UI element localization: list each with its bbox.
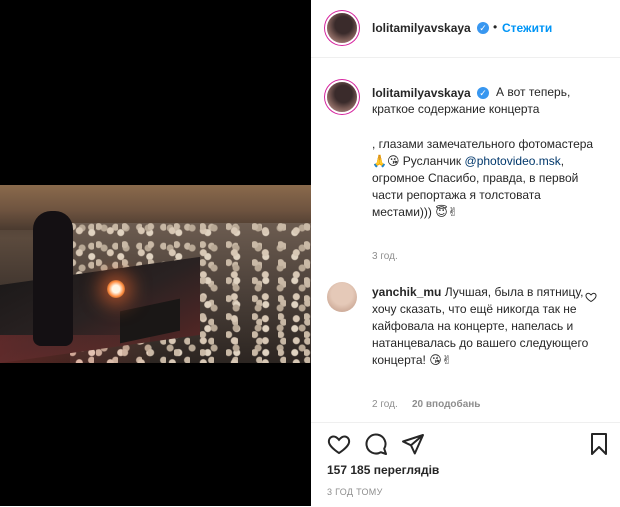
- caption-mention-link[interactable]: @photovideo.msk: [465, 154, 561, 168]
- header-separator: •: [493, 20, 498, 34]
- comment-icon[interactable]: [364, 432, 388, 456]
- heart-icon[interactable]: [327, 432, 351, 456]
- comment-body: yanchik_mu Лучшая, была в пятницу, хочу …: [372, 284, 594, 369]
- comment-like-heart-icon[interactable]: [585, 291, 597, 303]
- comments-scroll[interactable]: lolitamilyavskaya ✓ А вот теперь, кратко…: [311, 58, 620, 422]
- author-avatar[interactable]: [327, 13, 357, 43]
- photo-singer: [33, 211, 73, 346]
- post-actions: 157 185 переглядів 3 ГОД ТОМУ: [311, 422, 620, 507]
- post-media[interactable]: [0, 0, 311, 506]
- commenter-avatar[interactable]: [327, 282, 357, 312]
- author-username[interactable]: lolitamilyavskaya: [372, 21, 471, 35]
- concert-photo[interactable]: [0, 185, 311, 363]
- post-panel: lolitamilyavskaya ✓ • Стежити lolitamily…: [311, 0, 620, 506]
- caption-body: , глазами замечательного фотомастера🙏😘 Р…: [372, 136, 604, 221]
- caption-author-avatar[interactable]: [327, 82, 357, 112]
- verified-badge-icon: ✓: [477, 22, 489, 34]
- view-count[interactable]: 157 185 переглядів: [327, 463, 439, 477]
- follow-button[interactable]: Стежити: [502, 21, 552, 35]
- post-header: lolitamilyavskaya ✓ • Стежити: [311, 0, 620, 58]
- paper-plane-icon[interactable]: [401, 432, 425, 456]
- post-timestamp[interactable]: 3 ГОД ТОМУ: [327, 487, 383, 497]
- comment-username[interactable]: yanchik_mu: [372, 285, 441, 299]
- caption-time[interactable]: 3 год.: [372, 251, 398, 262]
- caption-line-1: А вот теперь, краткое содержание концерт…: [372, 85, 574, 116]
- comment-likes[interactable]: 20 вподобань: [412, 399, 480, 410]
- bookmark-icon[interactable]: [587, 432, 611, 456]
- photo-stage-light: [107, 280, 125, 298]
- comment-time[interactable]: 2 год.: [372, 399, 398, 410]
